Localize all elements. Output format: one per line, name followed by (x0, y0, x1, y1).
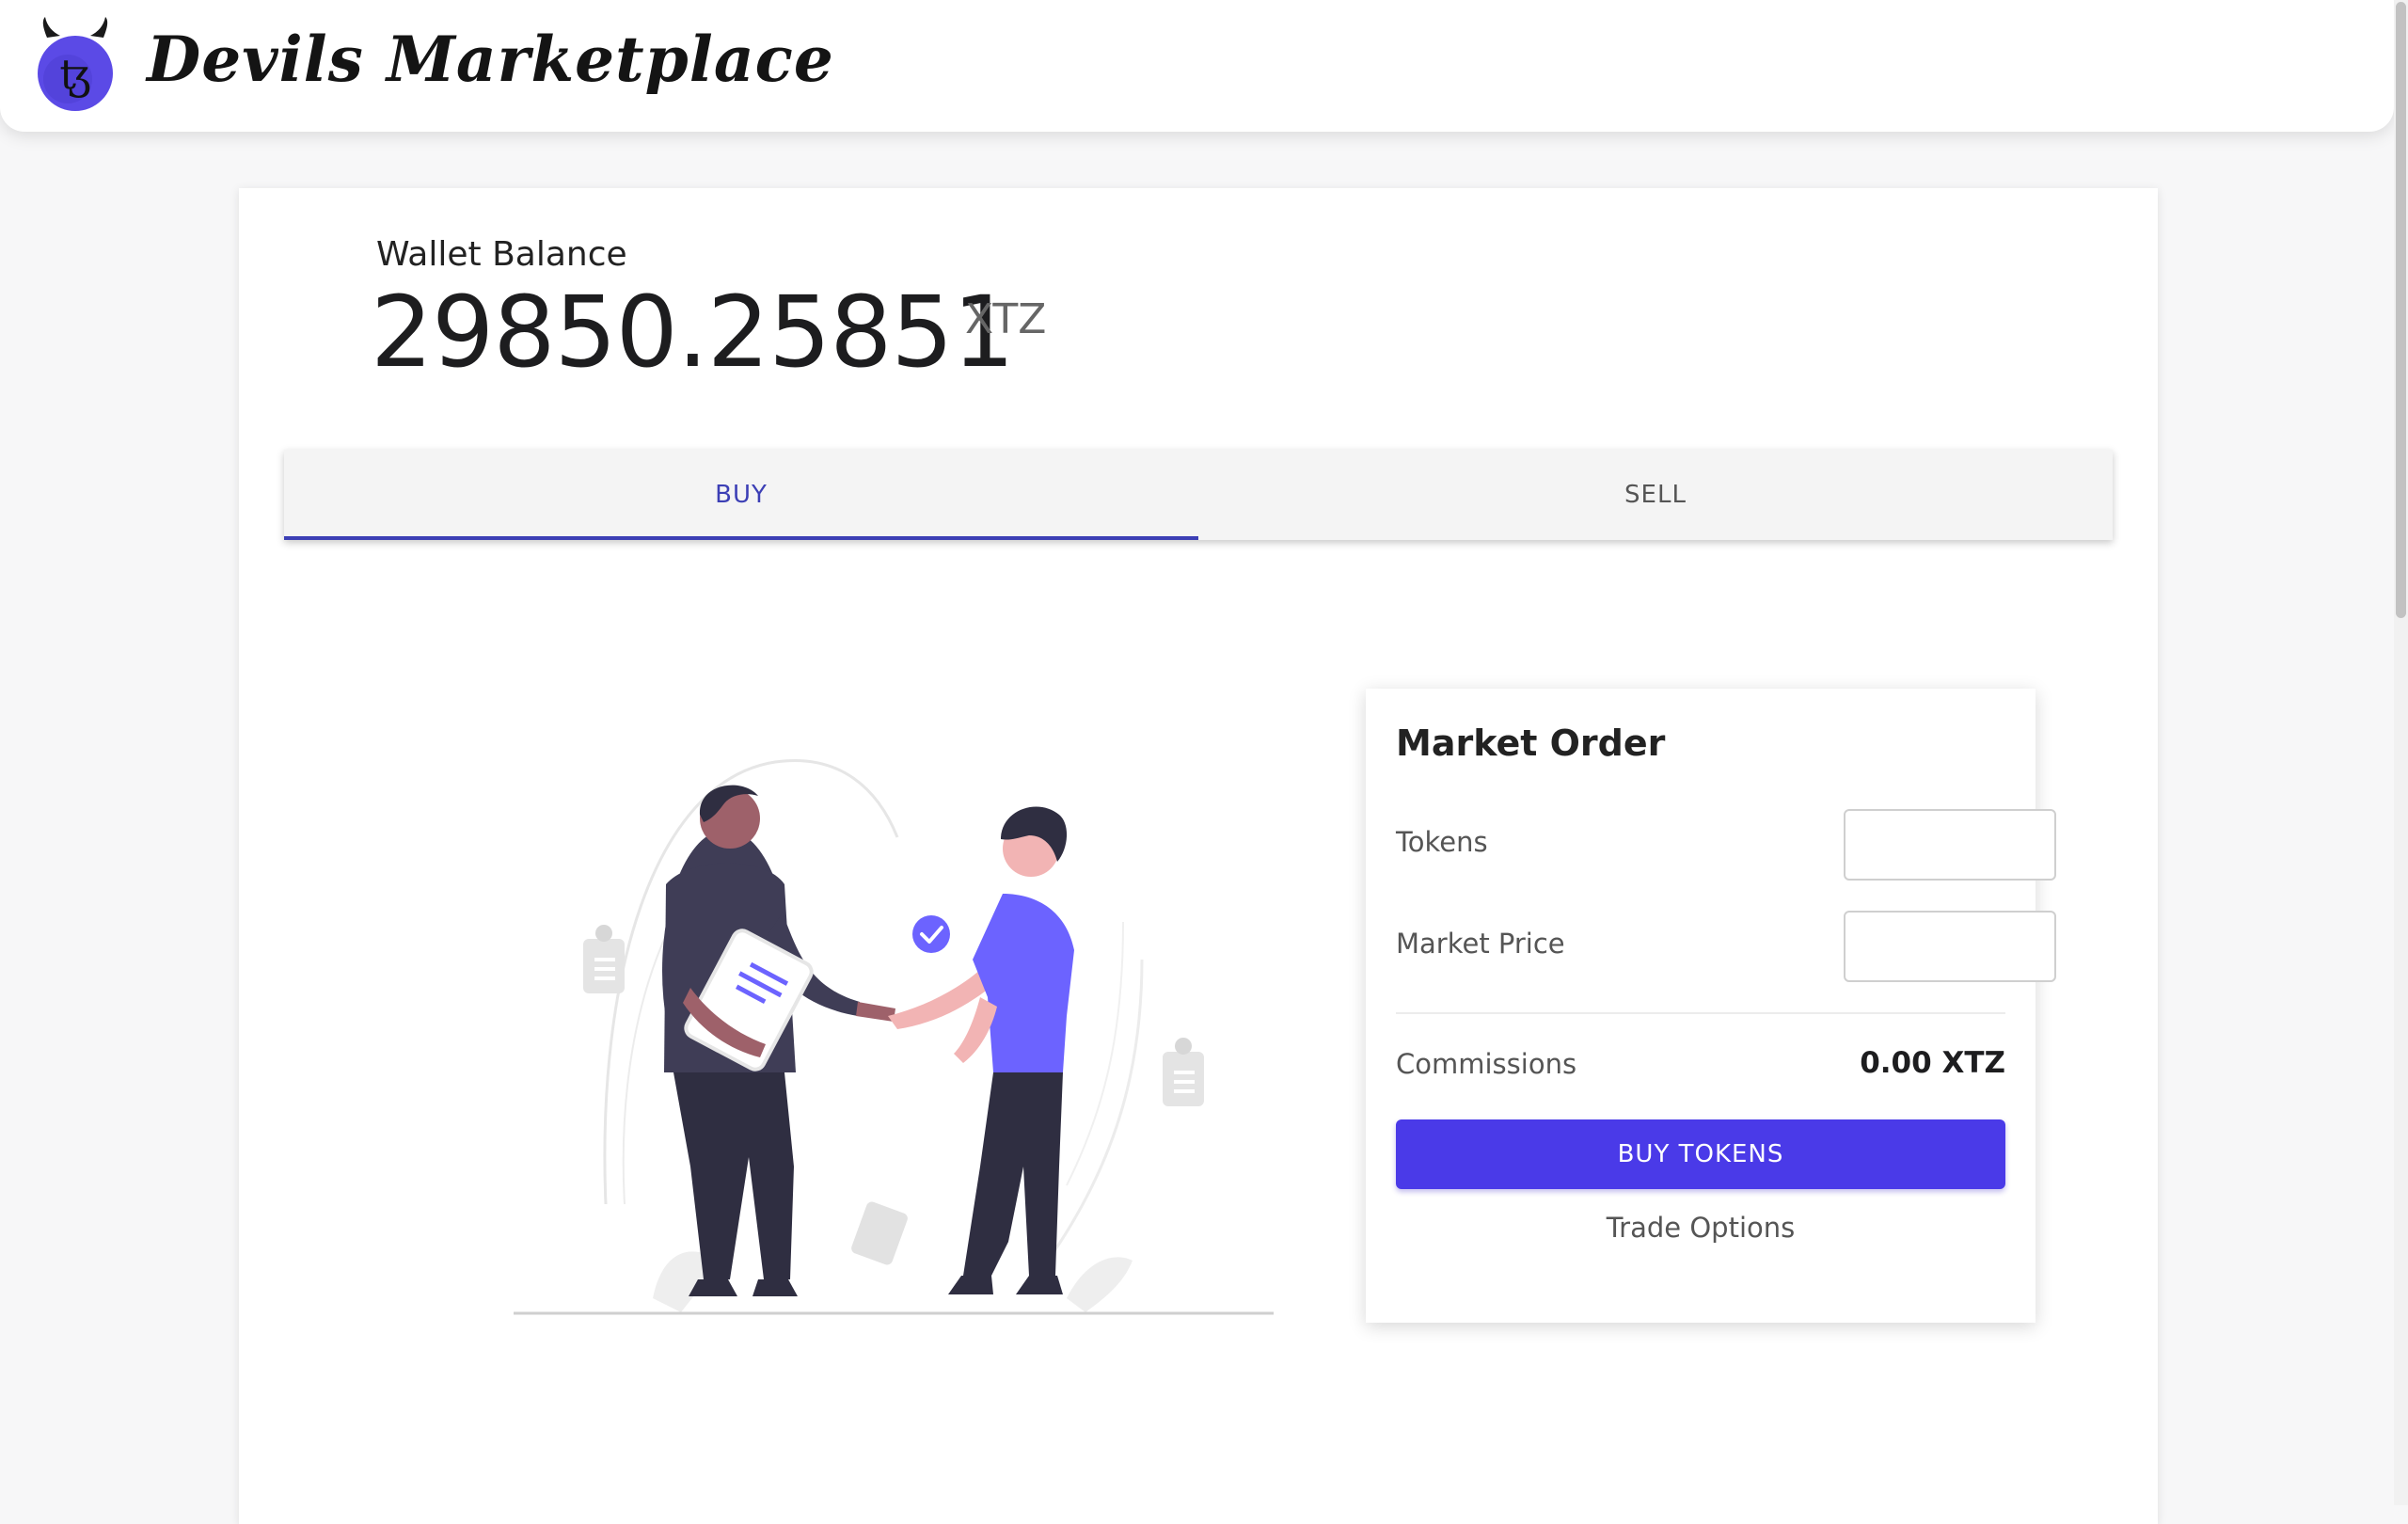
page-scrollbar[interactable] (2394, 0, 2408, 1505)
wallet-balance-unit: XTZ (965, 295, 1047, 343)
tab-buy[interactable]: BUY (284, 450, 1198, 540)
market-price-label: Market Price (1396, 928, 1565, 960)
commissions-label: Commissions (1396, 1048, 1577, 1080)
buy-tokens-button[interactable]: BUY TOKENS (1396, 1119, 2005, 1189)
market-price-input[interactable] (1844, 911, 2056, 982)
tab-sell[interactable]: SELL (1198, 450, 2113, 540)
scrollbar-thumb[interactable] (2396, 2, 2406, 618)
trade-tabs: BUY SELL (284, 450, 2113, 540)
main-card: Wallet Balance 29850.25851 XTZ BUY SELL (239, 188, 2158, 1524)
wallet-balance-amount: 29850.25851 (371, 275, 1015, 389)
commissions-value: 0.00 XTZ (1860, 1046, 2005, 1080)
brand-title[interactable]: Devils Marketplace (147, 23, 834, 96)
trade-options-link[interactable]: Trade Options (1396, 1212, 2005, 1244)
check-circle-icon (912, 915, 950, 953)
top-navbar: ꜩ Devils Marketplace (0, 0, 2394, 132)
market-order-card: Market Order Tokens Market Price Commiss… (1366, 689, 2056, 1323)
tokens-label: Tokens (1396, 826, 1488, 858)
svg-text:ꜩ: ꜩ (59, 51, 90, 99)
market-order-title: Market Order (1396, 722, 1666, 764)
tokens-input[interactable] (1844, 809, 2056, 881)
wallet-balance-label: Wallet Balance (376, 235, 627, 274)
devil-tezos-icon[interactable]: ꜩ (34, 17, 117, 115)
order-divider (1396, 1012, 2005, 1014)
handshake-illustration (514, 759, 1274, 1315)
